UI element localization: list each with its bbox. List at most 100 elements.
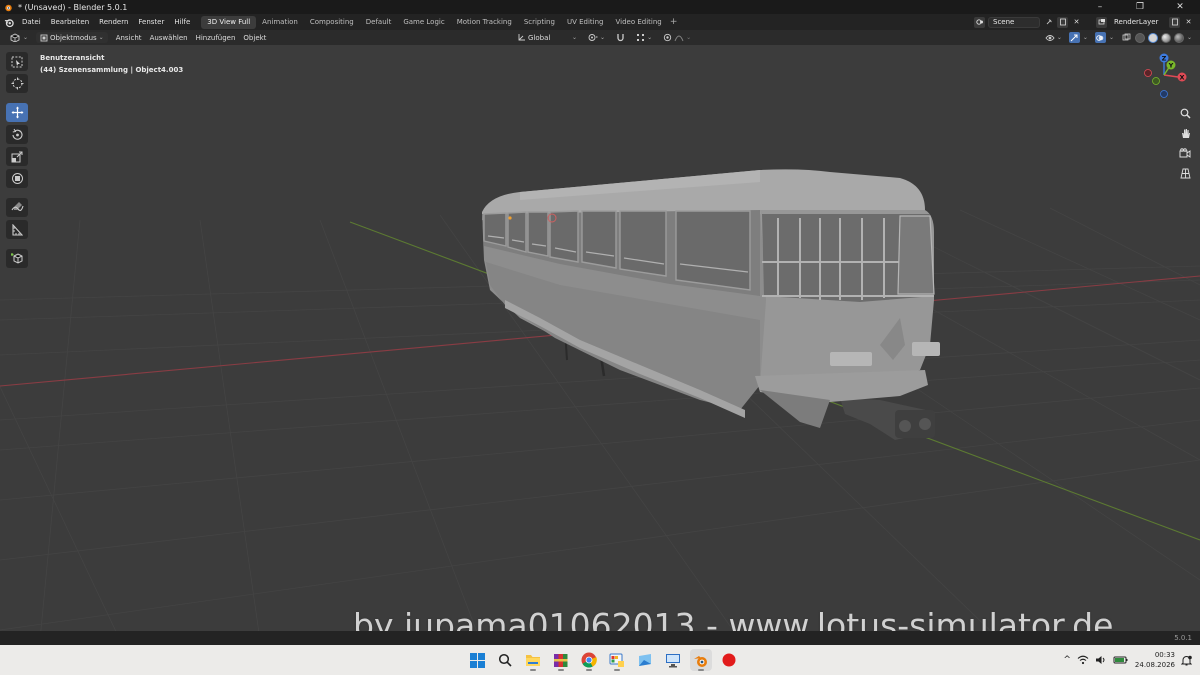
overlays-icon bbox=[1096, 34, 1104, 41]
menu-fenster[interactable]: Fenster bbox=[133, 14, 169, 30]
gizmo-neg-z[interactable] bbox=[1160, 90, 1168, 98]
photos-button[interactable] bbox=[634, 649, 656, 671]
rendered-shading-button[interactable] bbox=[1173, 32, 1184, 43]
scene-selector-icon[interactable] bbox=[974, 16, 985, 28]
mode-label: Objektmodus bbox=[50, 33, 97, 42]
tray-overflow-chevron-icon[interactable]: ^ bbox=[1063, 655, 1071, 665]
record-button[interactable] bbox=[718, 649, 740, 671]
svg-text:X: X bbox=[1179, 74, 1184, 82]
search-icon bbox=[498, 653, 512, 667]
wifi-icon[interactable] bbox=[1077, 655, 1089, 665]
cursor-tool[interactable] bbox=[6, 74, 28, 93]
search-button[interactable] bbox=[494, 649, 516, 671]
status-bar: 5.0.1 bbox=[0, 631, 1200, 645]
start-button[interactable] bbox=[466, 649, 488, 671]
transform-tool[interactable] bbox=[6, 169, 28, 188]
pivot-point-button[interactable]: ⌄ bbox=[584, 32, 609, 43]
3d-viewport[interactable]: Benutzeransicht (44) Szenensammlung | Ob… bbox=[0, 45, 1200, 631]
select-box-tool[interactable] bbox=[6, 52, 28, 71]
pan-button[interactable] bbox=[1176, 125, 1194, 141]
visibility-dropdown[interactable]: ⌄ bbox=[1041, 32, 1066, 43]
add-workspace-button[interactable]: + bbox=[668, 17, 680, 27]
battery-icon[interactable] bbox=[1113, 655, 1129, 665]
rotate-tool[interactable] bbox=[6, 125, 28, 144]
camera-view-button[interactable] bbox=[1176, 145, 1194, 161]
chrome-icon bbox=[581, 652, 597, 668]
proportional-edit-toggle[interactable]: ⌄ bbox=[659, 32, 695, 43]
navigation-gizmo[interactable]: Z Y X bbox=[1140, 51, 1192, 105]
photos-icon bbox=[639, 654, 651, 666]
show-overlays-toggle[interactable] bbox=[1094, 32, 1106, 43]
editor-type-button[interactable]: ⌄ bbox=[6, 32, 32, 43]
move-icon bbox=[11, 106, 23, 119]
menu-auswaehlen[interactable]: Auswählen bbox=[146, 34, 192, 42]
gizmo-neg-x[interactable] bbox=[1144, 69, 1152, 77]
view-name: Benutzeransicht bbox=[40, 54, 105, 62]
shading-dropdown-chevron-icon[interactable]: ⌄ bbox=[1187, 34, 1192, 41]
annotate-tool[interactable] bbox=[6, 198, 28, 217]
tab-default[interactable]: Default bbox=[360, 16, 398, 29]
clock-date: 24.08.2026 bbox=[1134, 661, 1175, 669]
delete-render-layer-icon[interactable]: ✕ bbox=[1183, 17, 1194, 28]
snap-target-dropdown[interactable]: ⌄ bbox=[632, 32, 656, 43]
tab-scripting[interactable]: Scripting bbox=[518, 16, 561, 29]
blender-taskbar-button[interactable] bbox=[690, 649, 712, 671]
close-button[interactable]: ✕ bbox=[1160, 0, 1200, 14]
new-scene-icon[interactable] bbox=[1057, 16, 1068, 28]
winrar-button[interactable] bbox=[550, 649, 572, 671]
menu-hinzufuegen[interactable]: Hinzufügen bbox=[192, 34, 240, 42]
notification-bell-icon[interactable] bbox=[1181, 655, 1192, 666]
overlays-dropdown-chevron-icon[interactable]: ⌄ bbox=[1109, 34, 1114, 41]
mode-dropdown[interactable]: Objektmodus ⌄ bbox=[36, 32, 108, 43]
tab-uv-editing[interactable]: UV Editing bbox=[561, 16, 610, 29]
perspective-toggle-button[interactable] bbox=[1176, 165, 1194, 181]
snap-toggle[interactable] bbox=[612, 32, 629, 43]
file-explorer-button[interactable] bbox=[522, 649, 544, 671]
xray-icon bbox=[1122, 33, 1131, 41]
scale-tool[interactable] bbox=[6, 147, 28, 166]
windows-logo-icon bbox=[469, 652, 485, 668]
scene-name-field[interactable]: Scene bbox=[988, 16, 1040, 28]
menu-bearbeiten[interactable]: Bearbeiten bbox=[46, 14, 94, 30]
maximize-button[interactable]: ❐ bbox=[1120, 0, 1160, 14]
pin-scene-icon[interactable] bbox=[1043, 17, 1054, 28]
menu-hilfe[interactable]: Hilfe bbox=[169, 14, 195, 30]
tram-model[interactable] bbox=[482, 169, 940, 440]
zoom-button[interactable] bbox=[1176, 105, 1194, 121]
solid-shading-button[interactable] bbox=[1147, 32, 1158, 43]
chrome-button[interactable] bbox=[578, 649, 600, 671]
workspace-tabs: 3D View Full Animation Compositing Defau… bbox=[201, 14, 679, 30]
material-preview-shading-button[interactable] bbox=[1160, 32, 1171, 43]
monitor-icon bbox=[666, 653, 680, 667]
xray-toggle[interactable] bbox=[1121, 32, 1132, 43]
transform-orientation-dropdown[interactable]: Global ⌄ bbox=[513, 32, 581, 43]
speaker-icon[interactable] bbox=[1095, 655, 1107, 665]
tab-motion-tracking[interactable]: Motion Tracking bbox=[451, 16, 518, 29]
move-tool[interactable] bbox=[6, 103, 28, 122]
remote-desktop-button[interactable] bbox=[662, 649, 684, 671]
measure-tool[interactable] bbox=[6, 220, 28, 239]
menu-datei[interactable]: Datei bbox=[17, 14, 46, 30]
tab-game-logic[interactable]: Game Logic bbox=[397, 16, 450, 29]
menu-objekt[interactable]: Objekt bbox=[239, 34, 270, 42]
wireframe-shading-button[interactable] bbox=[1134, 32, 1145, 43]
paint-button[interactable] bbox=[606, 649, 628, 671]
render-layer-icon[interactable] bbox=[1096, 16, 1107, 28]
new-render-layer-icon[interactable] bbox=[1169, 16, 1180, 28]
blender-logo-icon[interactable] bbox=[1, 14, 17, 30]
menu-ansicht[interactable]: Ansicht bbox=[112, 34, 146, 42]
add-cube-tool[interactable] bbox=[6, 249, 28, 268]
gizmo-neg-y[interactable] bbox=[1152, 77, 1160, 85]
tab-animation[interactable]: Animation bbox=[256, 16, 304, 29]
delete-scene-icon[interactable]: ✕ bbox=[1071, 17, 1082, 28]
gizmo-dropdown-chevron-icon[interactable]: ⌄ bbox=[1083, 34, 1088, 41]
render-layer-field[interactable]: RenderLayer bbox=[1110, 17, 1166, 28]
tab-3d-view-full[interactable]: 3D View Full bbox=[201, 15, 257, 29]
show-gizmo-toggle[interactable] bbox=[1068, 32, 1080, 43]
clock[interactable]: 00:33 24.08.2026 bbox=[1135, 650, 1175, 670]
minimize-button[interactable]: – bbox=[1080, 0, 1120, 14]
chevron-down-icon: ⌄ bbox=[98, 34, 104, 41]
tab-compositing[interactable]: Compositing bbox=[304, 16, 360, 29]
tab-video-editing[interactable]: Video Editing bbox=[609, 16, 667, 29]
menu-rendern[interactable]: Rendern bbox=[94, 14, 133, 30]
